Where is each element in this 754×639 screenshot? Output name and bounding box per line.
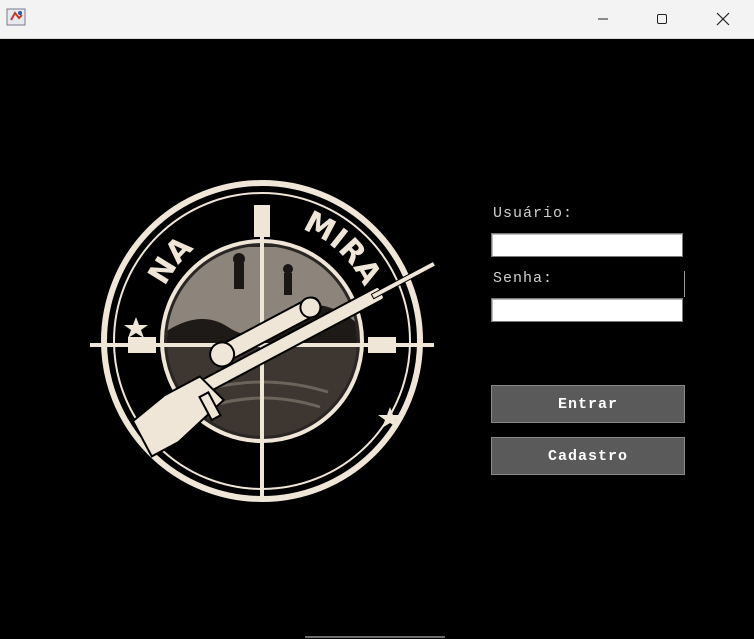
login-window: NA MIRA Usuário: Senha: Entrar Cadastro (0, 0, 754, 639)
maximize-icon (657, 14, 667, 24)
bottom-divider (305, 636, 445, 638)
close-icon (716, 12, 730, 26)
text-cursor-icon (684, 271, 685, 297)
password-label: Senha: (493, 270, 554, 287)
minimize-button[interactable] (574, 0, 632, 38)
cadastro-button[interactable]: Cadastro (491, 437, 685, 475)
close-button[interactable] (694, 0, 752, 38)
na-mira-logo: NA MIRA (90, 180, 436, 502)
username-input[interactable] (491, 233, 683, 257)
title-bar[interactable] (0, 0, 754, 39)
minimize-icon (598, 18, 608, 20)
maximize-button[interactable] (633, 0, 691, 38)
password-input[interactable] (491, 298, 683, 322)
java-app-icon (6, 8, 26, 26)
content-panel: NA MIRA Usuário: Senha: Entrar Cadastro (0, 39, 754, 639)
username-label: Usuário: (493, 205, 574, 222)
entrar-button[interactable]: Entrar (491, 385, 685, 423)
